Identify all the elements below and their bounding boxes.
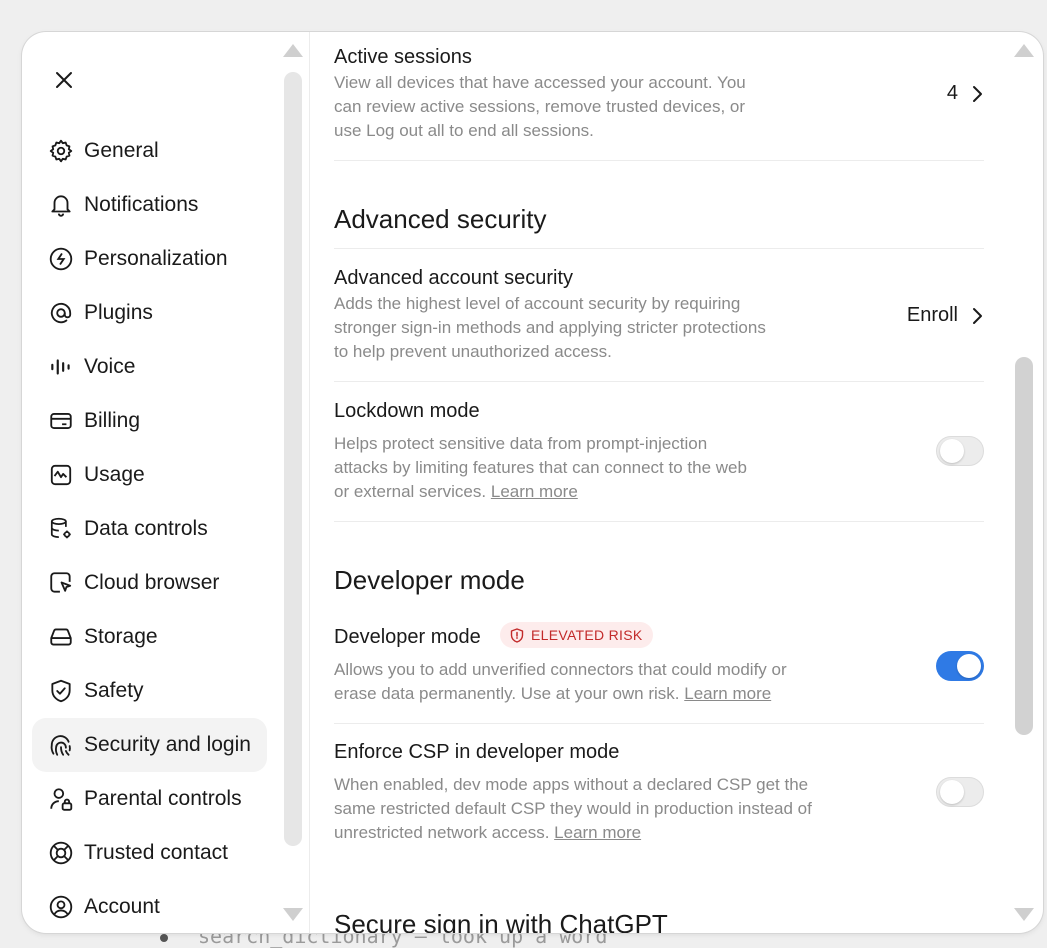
sidebar-item-label: Account (84, 895, 160, 918)
sidebar-item-plugins[interactable]: Plugins (32, 286, 267, 340)
developer-mode-desc: Allows you to add unverified connectors … (334, 658, 824, 706)
divider (334, 248, 984, 249)
lockdown-mode-desc: Helps protect sensitive data from prompt… (334, 432, 754, 504)
lockdown-mode-title: Lockdown mode (334, 400, 480, 422)
close-button[interactable] (48, 64, 80, 96)
active-sessions-link[interactable]: 4 (947, 82, 984, 105)
bullet-dot (160, 933, 168, 942)
card-icon (47, 407, 75, 435)
active-sessions-desc: View all devices that have accessed your… (334, 73, 746, 140)
chevron-right-icon (973, 307, 982, 324)
divider (334, 381, 984, 382)
active-sessions-title: Active sessions (334, 46, 472, 68)
developer-learn-more-link[interactable]: Learn more (684, 684, 771, 703)
voice-wave-icon (47, 353, 75, 381)
sidebar-item-security-and-login[interactable]: Security and login (32, 718, 267, 772)
key-fingerprint-icon (47, 731, 75, 759)
elevated-risk-badge: ELEVATED RISK (500, 622, 653, 648)
settings-modal: General Notifications Personalization Pl… (22, 32, 1043, 933)
lifebuoy-icon (47, 839, 75, 867)
sidebar-item-label: Plugins (84, 301, 153, 324)
alert-shield-icon (510, 627, 524, 643)
sidebar-item-label: Data controls (84, 517, 208, 540)
sidebar-scroll-down-arrow[interactable] (283, 908, 303, 921)
enforce-csp-desc: When enabled, dev mode apps without a de… (334, 773, 814, 845)
at-plugin-icon (47, 299, 75, 327)
personalization-icon (47, 245, 75, 273)
close-icon (56, 72, 72, 88)
developer-mode-title: Developer mode (334, 626, 481, 648)
enforce-csp-title: Enforce CSP in developer mode (334, 741, 620, 763)
developer-mode-heading: Developer mode (334, 565, 525, 595)
advanced-account-security-desc: Adds the highest level of account securi… (334, 294, 766, 361)
sidebar-item-cloud-browser[interactable]: Cloud browser (32, 556, 267, 610)
sidebar-item-label: Voice (84, 355, 136, 378)
shield-check-icon (47, 677, 75, 705)
database-gear-icon (47, 515, 75, 543)
sidebar-item-label: Personalization (84, 247, 228, 270)
divider (334, 160, 984, 161)
sidebar-item-account[interactable]: Account (32, 880, 267, 933)
sidebar-item-voice[interactable]: Voice (32, 340, 267, 394)
bell-icon (47, 191, 75, 219)
sidebar-item-personalization[interactable]: Personalization (32, 232, 267, 286)
settings-content: Active sessions View all devices that ha… (334, 32, 984, 933)
sidebar-item-general[interactable]: General (32, 124, 267, 178)
developer-mode-toggle[interactable] (936, 651, 984, 681)
hard-drive-icon (47, 623, 75, 651)
toggle-knob (940, 439, 964, 463)
csp-learn-more-link[interactable]: Learn more (554, 823, 641, 842)
advanced-security-heading: Advanced security (334, 204, 547, 234)
sidebar-item-label: Security and login (84, 733, 251, 756)
sidebar-item-label: Cloud browser (84, 571, 220, 594)
toggle-knob (957, 654, 981, 678)
sidebar-item-billing[interactable]: Billing (32, 394, 267, 448)
sidebar-item-storage[interactable]: Storage (32, 610, 267, 664)
sidebar-item-label: Safety (84, 679, 144, 702)
sidebar-item-safety[interactable]: Safety (32, 664, 267, 718)
toggle-knob (940, 780, 964, 804)
advanced-account-security-title: Advanced account security (334, 267, 574, 289)
sidebar-item-usage[interactable]: Usage (32, 448, 267, 502)
sidebar-item-notifications[interactable]: Notifications (32, 178, 267, 232)
active-sessions-count: 4 (946, 82, 958, 104)
content-scrollbar-thumb[interactable] (1015, 357, 1033, 735)
divider (334, 723, 984, 724)
sidebar-item-label: Trusted contact (84, 841, 228, 864)
sidebar-item-label: Billing (84, 409, 141, 432)
sidebar-item-label: Storage (84, 625, 158, 648)
sidebar-item-label: Parental controls (84, 787, 242, 810)
sidebar-item-label: General (84, 139, 159, 162)
gear-icon (47, 137, 75, 165)
secure-sign-in-heading: Secure sign in with ChatGPT (334, 909, 668, 933)
settings-sidebar: General Notifications Personalization Pl… (22, 32, 310, 933)
enforce-csp-toggle[interactable] (936, 777, 984, 807)
browser-cursor-icon (47, 569, 75, 597)
user-lock-icon (47, 785, 75, 813)
enroll-button[interactable]: Enroll (907, 304, 984, 327)
divider (334, 521, 984, 522)
activity-chart-icon (47, 461, 75, 489)
lockdown-mode-toggle[interactable] (936, 436, 984, 466)
enroll-label: Enroll (906, 304, 958, 326)
sidebar-scrollbar-thumb[interactable] (284, 72, 302, 846)
sidebar-item-trusted-contact[interactable]: Trusted contact (32, 826, 267, 880)
content-scroll-down-arrow[interactable] (1014, 908, 1034, 921)
sidebar-item-data-controls[interactable]: Data controls (32, 502, 267, 556)
badge-label: ELEVATED RISK (531, 627, 643, 643)
lockdown-learn-more-link[interactable]: Learn more (491, 482, 578, 501)
sidebar-item-label: Notifications (84, 193, 199, 216)
chevron-right-icon (973, 85, 982, 102)
user-circle-icon (47, 893, 75, 921)
content-scroll-up-arrow[interactable] (1014, 44, 1034, 57)
sidebar-scroll-up-arrow[interactable] (283, 44, 303, 57)
sidebar-item-parental-controls[interactable]: Parental controls (32, 772, 267, 826)
sidebar-item-label: Usage (84, 463, 145, 486)
